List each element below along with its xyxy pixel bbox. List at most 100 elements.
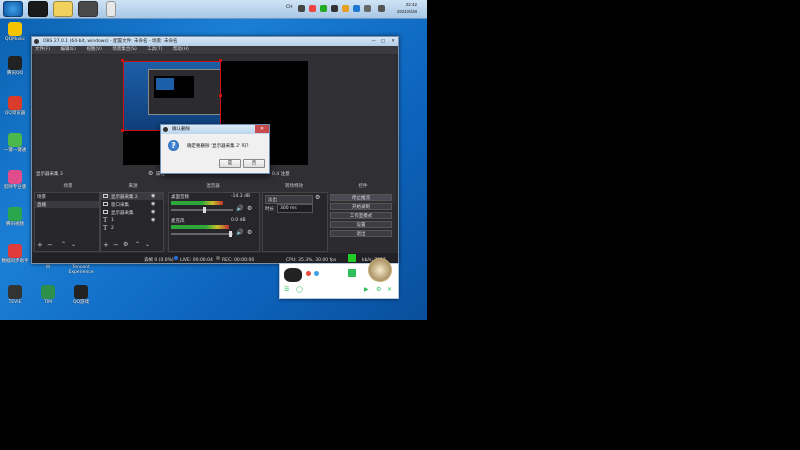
- menu-file[interactable]: 文件(F): [35, 47, 50, 52]
- desktop-icon-tim[interactable]: TIM: [33, 285, 63, 305]
- dialog-title-bar[interactable]: 确认删除 ✕: [161, 125, 269, 134]
- qq-browser-icon[interactable]: [53, 1, 73, 17]
- volume-slider[interactable]: [171, 231, 233, 237]
- move-down-icon[interactable]: ⌄: [71, 241, 76, 248]
- studio-mode-button[interactable]: 工作室模式: [330, 212, 392, 219]
- tray-icon[interactable]: [320, 5, 327, 12]
- confirm-delete-dialog: 确认删除 ✕ ? 确定要删除 '显示器采集 2' 吗？ 是 否: [160, 124, 270, 174]
- volume-slider[interactable]: [171, 207, 233, 213]
- transition-select[interactable]: 淡出: [265, 195, 313, 204]
- volume-icon[interactable]: [378, 5, 385, 12]
- desktop-icon-qqbrowser[interactable]: QQ浏览器: [0, 96, 30, 116]
- gear-icon[interactable]: ⚙: [247, 205, 252, 212]
- desktop-icon-tevie[interactable]: TEVIE: [0, 285, 30, 305]
- gear-icon[interactable]: ⚙: [148, 170, 153, 177]
- qq-status-icon[interactable]: [306, 271, 311, 276]
- eye-icon[interactable]: ◉: [151, 193, 155, 199]
- menu-help[interactable]: 帮助(H): [173, 47, 189, 52]
- menu-edit[interactable]: 编辑(E): [61, 47, 76, 52]
- obs-taskbar-icon[interactable]: [78, 1, 98, 17]
- text-icon: T: [103, 224, 108, 232]
- duration-field[interactable]: 300 ms: [277, 204, 313, 213]
- move-up-icon[interactable]: ⌃: [135, 241, 140, 248]
- scene-item-selected[interactable]: 直播: [35, 201, 99, 208]
- settings-button[interactable]: 设置: [330, 221, 392, 228]
- scene-item[interactable]: 场景: [37, 194, 46, 200]
- desktop-icon-editor[interactable]: 剪映专业版: [0, 170, 30, 190]
- desktop-icon-video[interactable]: 腾讯视频: [0, 207, 30, 227]
- clock-date[interactable]: 2021/6/28: [397, 9, 417, 14]
- speaker-icon[interactable]: 🔊: [236, 205, 243, 212]
- source-item[interactable]: 显示器采集 ◉: [101, 209, 163, 216]
- desktop-icon-qqmusic[interactable]: QQMusic: [0, 22, 30, 42]
- mixer-header: 混音器: [206, 184, 220, 189]
- clock-time[interactable]: 22:42: [406, 2, 417, 7]
- close-icon[interactable]: ✕: [255, 125, 269, 133]
- source-item[interactable]: 显示器采集 2 ◉: [101, 193, 163, 200]
- source-item[interactable]: T 2: [101, 224, 163, 232]
- desktop-screen: CH 22:42 2021/6/28 QQMusic 腾讯QQ QQ浏览器 一键…: [0, 0, 427, 320]
- selection-handle[interactable]: [219, 59, 222, 62]
- scene-transition-label: 0.4 注意: [272, 172, 290, 177]
- eye-icon[interactable]: ◉: [151, 217, 155, 223]
- add-source-button[interactable]: +: [103, 241, 109, 249]
- desktop-icon-qqgame[interactable]: QQ游戏: [66, 285, 96, 305]
- selection-handle[interactable]: [219, 94, 222, 97]
- obs-title-bar[interactable]: OBS 27.0.1 (64-bit, windows) - 配置文件: 未命名…: [32, 37, 398, 46]
- gear-icon[interactable]: ⚙: [247, 229, 252, 236]
- eye-icon[interactable]: ◉: [151, 209, 155, 215]
- add-transition-icon[interactable]: ⚙: [315, 194, 320, 201]
- source-item[interactable]: 窗口采集 ◉: [101, 201, 163, 208]
- desktop-icon-tool[interactable]: 一键一键通: [0, 133, 30, 153]
- audio-meter: [171, 225, 229, 229]
- menu-tools[interactable]: 工具(T): [147, 47, 162, 52]
- play-icon[interactable]: ▶: [364, 286, 369, 293]
- eye-icon[interactable]: ◉: [151, 201, 155, 207]
- app-icon[interactable]: [28, 1, 48, 17]
- start-orb-icon[interactable]: [3, 1, 23, 17]
- dropped-frames: 丢帧 0 (0.0%): [144, 258, 174, 263]
- dialog-message: 确定要删除 '显示器采集 2' 吗？: [187, 144, 251, 149]
- tray-icon[interactable]: [342, 5, 349, 12]
- desktop-icon-sync[interactable]: 数据同步助手: [0, 244, 30, 264]
- move-down-icon[interactable]: ⌄: [145, 241, 150, 248]
- qq-profile-image[interactable]: [368, 258, 392, 282]
- maximize-button[interactable]: □: [381, 37, 385, 46]
- tray-icon[interactable]: [298, 5, 305, 12]
- qq-status-icon[interactable]: [314, 271, 319, 276]
- source-item[interactable]: T 1 ◉: [101, 216, 163, 224]
- gear-icon[interactable]: ⚙: [123, 241, 128, 248]
- move-up-icon[interactable]: ⌃: [61, 241, 66, 248]
- network-icon[interactable]: [364, 5, 371, 12]
- menu-scene-collection[interactable]: 场景集合(S): [112, 47, 136, 52]
- settings-icon[interactable]: ⚙: [376, 286, 381, 293]
- live-time: LIVE: 00:00:04: [180, 258, 213, 263]
- monitor-icon: [103, 210, 108, 214]
- close-button[interactable]: ✕: [391, 37, 395, 46]
- minimize-button[interactable]: —: [372, 37, 377, 46]
- remove-scene-button[interactable]: −: [47, 241, 53, 249]
- close-icon[interactable]: ✕: [387, 286, 392, 293]
- start-recording-button[interactable]: 开始录制: [330, 203, 392, 210]
- yes-button[interactable]: 是: [219, 159, 241, 168]
- tray-icon[interactable]: [309, 5, 316, 12]
- no-button[interactable]: 否: [243, 159, 265, 168]
- tray-icon[interactable]: [331, 5, 338, 12]
- menu-view[interactable]: 视图(V): [86, 47, 102, 52]
- tray-language[interactable]: CH: [286, 5, 293, 10]
- file-icon[interactable]: [106, 1, 116, 17]
- qq-avatar[interactable]: [284, 268, 302, 282]
- qq-tool-icon[interactable]: ◯: [296, 286, 303, 293]
- remove-source-button[interactable]: −: [113, 241, 119, 249]
- selection-handle[interactable]: [121, 129, 124, 132]
- stop-streaming-button[interactable]: 停止推流: [330, 194, 392, 201]
- tray-icon[interactable]: [353, 5, 360, 12]
- exit-button[interactable]: 退出: [330, 230, 392, 237]
- menu-icon[interactable]: ☰: [284, 286, 289, 293]
- qq-game-icon[interactable]: [348, 269, 356, 277]
- desktop-icon-qq[interactable]: 腾讯QQ: [0, 56, 30, 76]
- speaker-icon[interactable]: 🔊: [236, 229, 243, 236]
- selection-handle[interactable]: [121, 59, 124, 62]
- add-scene-button[interactable]: +: [37, 241, 43, 249]
- transitions-dock: 淡出 ⚙ 时长 300 ms: [262, 192, 328, 252]
